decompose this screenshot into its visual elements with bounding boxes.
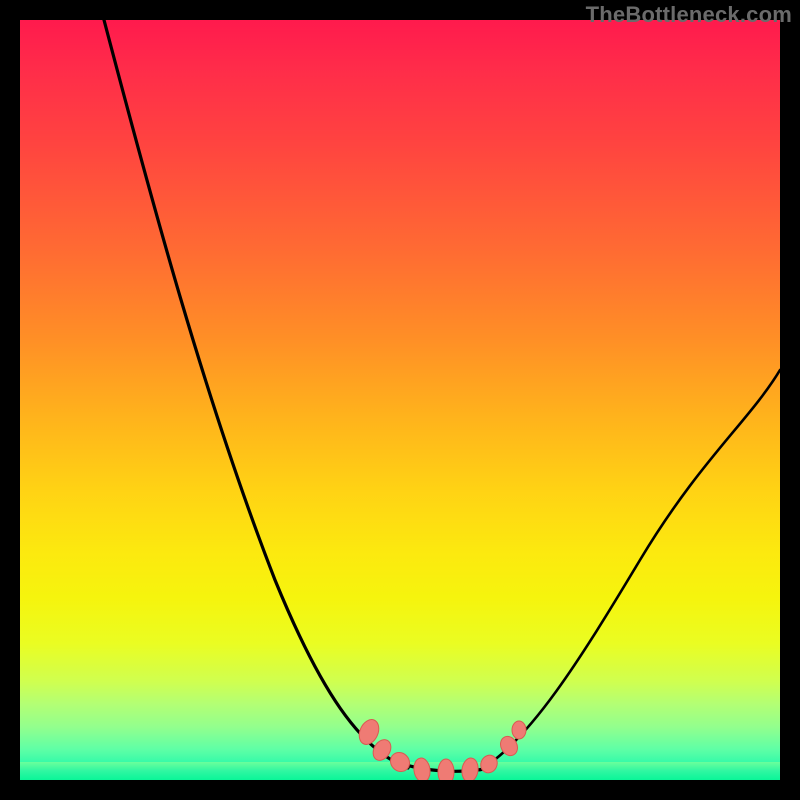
- right-curve: [480, 370, 780, 770]
- left-curve: [104, 20, 408, 768]
- plot-area: [20, 20, 780, 780]
- chart-stage: TheBottleneck.com: [0, 0, 800, 800]
- curve-layer: [20, 20, 780, 780]
- bottleneck-markers: [355, 716, 526, 780]
- watermark-text: TheBottleneck.com: [586, 2, 792, 28]
